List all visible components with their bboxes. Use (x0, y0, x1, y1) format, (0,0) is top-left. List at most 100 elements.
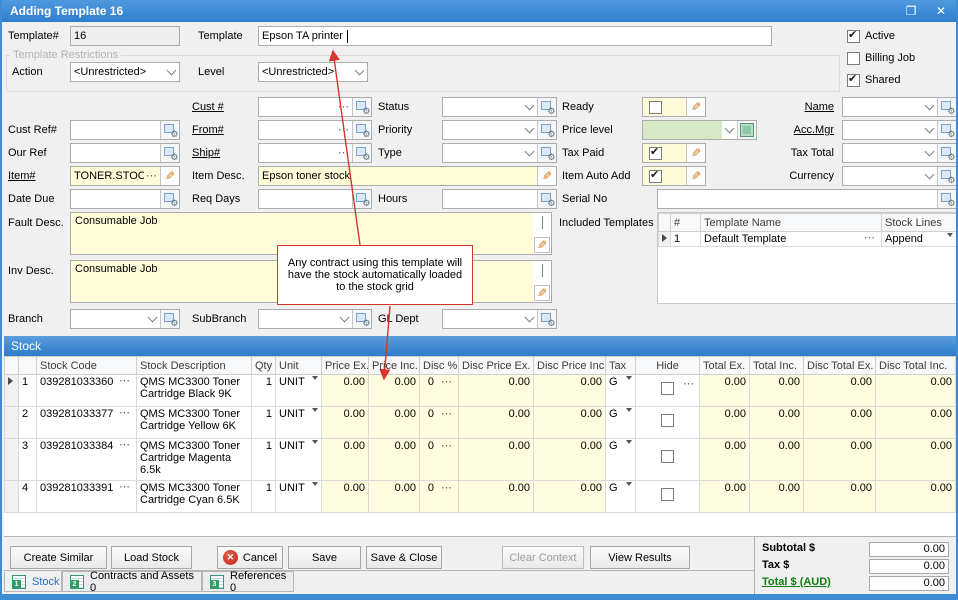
ellipsis-icon[interactable]: ⋯ (117, 440, 133, 450)
chevron-down-icon[interactable] (542, 216, 543, 228)
hide-checkbox[interactable] (661, 450, 674, 463)
ellipsis-icon[interactable]: ⋯ (336, 125, 352, 135)
tab-stock[interactable]: 1 Stock (4, 571, 62, 592)
col-template-name[interactable]: Template Name (701, 214, 882, 232)
stock-row[interactable]: 1 039281033360⋯ QMS MC3300 Toner Cartrid… (5, 375, 956, 407)
gear-icon[interactable]: ⚙ (160, 144, 179, 162)
our-ref-field[interactable]: ⚙ (70, 143, 180, 163)
ship-no-field[interactable]: ⋯ ⚙ (258, 143, 372, 163)
checkbox[interactable] (649, 101, 662, 114)
edit-pencil-icon[interactable]: ✎ (686, 144, 705, 162)
cust-no-field[interactable]: ⋯ ⚙ (258, 97, 372, 117)
save-button[interactable]: Save (288, 546, 361, 569)
edit-pencil-icon[interactable]: ✎ (534, 285, 550, 301)
gear-icon[interactable]: ⚙ (537, 310, 556, 328)
cust-no-label[interactable]: Cust # (192, 97, 224, 117)
cancel-button[interactable]: ✕ Cancel (217, 546, 283, 569)
from-no-label[interactable]: From# (192, 120, 224, 140)
chevron-down-icon[interactable] (337, 310, 352, 328)
stock-row[interactable]: 4 039281033391⋯ QMS MC3300 Toner Cartrid… (5, 481, 956, 513)
chevron-down-icon[interactable] (922, 167, 937, 185)
ship-no-label[interactable]: Ship# (192, 143, 220, 163)
gear-icon[interactable]: ⚙ (937, 190, 956, 208)
gear-icon[interactable]: ⚙ (160, 190, 179, 208)
currency-dropdown[interactable]: ⚙ (842, 166, 957, 186)
ellipsis-icon[interactable]: ⋯ (336, 148, 352, 158)
item-no-field[interactable]: TONER.STOCK ⋯ ✎ (70, 166, 180, 186)
hours-field[interactable]: ⚙ (442, 189, 557, 209)
gear-icon[interactable]: ⚙ (937, 144, 956, 162)
checkbox[interactable] (847, 74, 860, 87)
gear-icon[interactable]: ⚙ (352, 144, 371, 162)
ellipsis-icon[interactable]: ⋯ (862, 233, 878, 243)
chevron-down-icon[interactable] (922, 98, 937, 116)
create-similar-button[interactable]: Create Similar (10, 546, 107, 569)
ellipsis-icon[interactable]: ⋯ (439, 441, 455, 451)
load-stock-button[interactable]: Load Stock (111, 546, 192, 569)
checkbox[interactable] (649, 147, 662, 160)
price-level-dropdown[interactable] (642, 120, 757, 140)
cust-ref-field[interactable]: ⚙ (70, 120, 180, 140)
item-auto-add-checkbox-control[interactable]: ✎ (642, 166, 706, 186)
item-desc-field[interactable]: Epson toner stock ✎ (258, 166, 557, 186)
checkbox[interactable] (847, 30, 860, 43)
edit-pencil-icon[interactable]: ✎ (537, 167, 556, 185)
chevron-down-icon[interactable] (352, 63, 367, 81)
col-stock-lines[interactable]: Stock Lines (882, 214, 957, 232)
chevron-down-icon[interactable] (522, 98, 537, 116)
restore-window-icon[interactable]: ❐ (896, 0, 926, 22)
tab-references[interactable]: 3 References 0 (202, 571, 294, 592)
gl-dept-dropdown[interactable]: ⚙ (442, 309, 557, 329)
chevron-down-icon[interactable] (522, 121, 537, 139)
gear-icon[interactable]: ⚙ (537, 98, 556, 116)
chevron-down-icon[interactable] (522, 144, 537, 162)
item-no-label[interactable]: Item# (8, 166, 36, 186)
name-label[interactable]: Name (742, 97, 834, 117)
chevron-down-icon[interactable] (922, 144, 937, 162)
template-name-field[interactable]: Epson TA printer (258, 26, 772, 46)
ellipsis-icon[interactable]: ⋯ (439, 377, 455, 387)
ellipsis-icon[interactable]: ⋯ (117, 408, 133, 418)
ellipsis-icon[interactable]: ⋯ (117, 482, 133, 492)
gear-icon[interactable]: ⚙ (537, 121, 556, 139)
active-checkbox[interactable]: Active (847, 28, 895, 44)
total-label[interactable]: Total $ (AUD) (762, 576, 831, 588)
date-due-field[interactable]: ⚙ (70, 189, 180, 209)
shared-checkbox[interactable]: Shared (847, 72, 900, 88)
stock-row[interactable]: 3 039281033384⋯ QMS MC3300 Toner Cartrid… (5, 439, 956, 481)
hide-checkbox[interactable] (661, 488, 674, 501)
hide-checkbox[interactable] (661, 414, 674, 427)
edit-pencil-icon[interactable]: ✎ (686, 98, 705, 116)
acc-mgr-label[interactable]: Acc.Mgr (742, 120, 834, 140)
checkbox[interactable] (847, 52, 860, 65)
serial-no-field[interactable]: ⚙ (657, 189, 957, 209)
close-icon[interactable]: ✕ (926, 0, 956, 22)
tax-paid-checkbox-control[interactable]: ✎ (642, 143, 706, 163)
gear-icon[interactable]: ⚙ (352, 310, 371, 328)
req-days-field[interactable]: ⚙ (258, 189, 372, 209)
chevron-down-icon[interactable] (722, 121, 737, 139)
billing-job-checkbox[interactable]: Billing Job (847, 50, 915, 66)
ready-checkbox-control[interactable]: ✎ (642, 97, 706, 117)
chevron-down-icon[interactable] (922, 121, 937, 139)
ellipsis-icon[interactable]: ⋯ (439, 409, 455, 419)
stock-row[interactable]: 2 039281033377⋯ QMS MC3300 Toner Cartrid… (5, 407, 956, 439)
ellipsis-icon[interactable]: ⋯ (117, 376, 133, 386)
chevron-down-icon[interactable] (164, 63, 179, 81)
gear-icon[interactable]: ⚙ (537, 190, 556, 208)
view-results-button[interactable]: View Results (590, 546, 690, 569)
tax-total-dropdown[interactable]: ⚙ (842, 143, 957, 163)
edit-pencil-icon[interactable]: ✎ (534, 237, 550, 253)
ellipsis-icon[interactable]: ⋯ (681, 379, 697, 389)
checkbox[interactable] (649, 170, 662, 183)
included-template-row[interactable]: 1 Default Template⋯ Append (659, 232, 957, 247)
edit-pencil-icon[interactable]: ✎ (686, 167, 705, 185)
save-and-close-button[interactable]: Save & Close (366, 546, 442, 569)
from-no-field[interactable]: ⋯ ⚙ (258, 120, 372, 140)
subbranch-dropdown[interactable]: ⚙ (258, 309, 372, 329)
chevron-down-icon[interactable] (542, 264, 543, 276)
gear-icon[interactable]: ⚙ (352, 190, 371, 208)
edit-pencil-icon[interactable]: ✎ (160, 167, 179, 185)
ellipsis-icon[interactable]: ⋯ (144, 171, 160, 181)
gear-icon[interactable]: ⚙ (352, 121, 371, 139)
